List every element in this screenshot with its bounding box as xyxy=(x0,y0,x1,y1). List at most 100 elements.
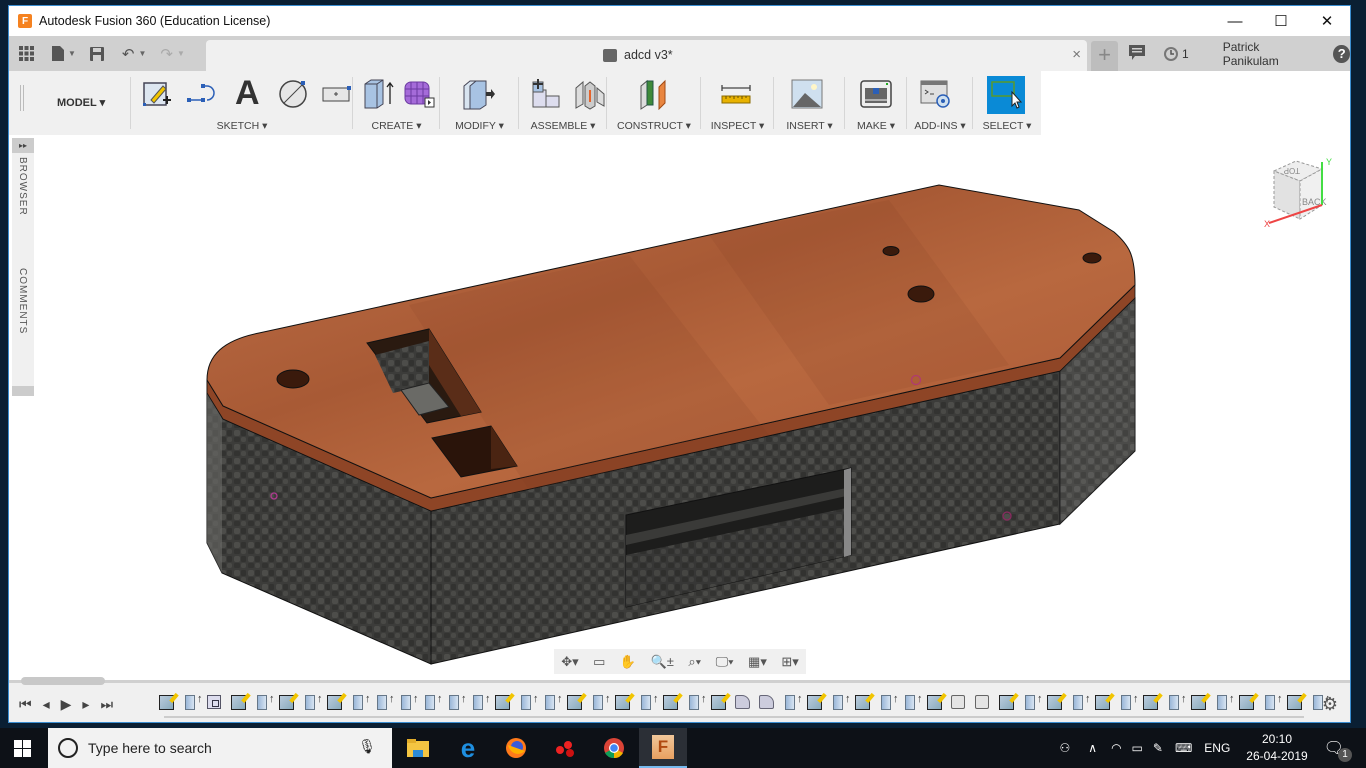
timeline-feature-fillet[interactable] xyxy=(754,693,778,711)
file-menu-icon[interactable]: ▼ xyxy=(52,46,76,61)
insert-menu[interactable]: INSERT ▾ xyxy=(774,120,845,132)
pen-icon[interactable]: ✎ xyxy=(1153,741,1163,755)
timeline-track[interactable] xyxy=(164,716,1304,718)
timeline-feature-extrude[interactable] xyxy=(682,693,707,711)
expand-panel-icon[interactable]: ▸▸ xyxy=(12,138,34,153)
scripts-addins-icon[interactable] xyxy=(919,78,951,110)
timeline-feature-sketch[interactable] xyxy=(802,693,826,711)
maximize-button[interactable]: ☐ xyxy=(1258,6,1304,36)
viewport-scrollbar[interactable] xyxy=(21,677,105,685)
close-button[interactable]: ✕ xyxy=(1304,6,1350,36)
user-account[interactable]: Patrick Panikulam xyxy=(1223,40,1312,68)
battery-icon[interactable]: ▭ xyxy=(1132,741,1143,755)
keyboard-icon[interactable]: ⌨ xyxy=(1175,741,1192,755)
timeline-feature-sketch[interactable] xyxy=(322,693,346,711)
select-tool-icon[interactable] xyxy=(987,76,1025,114)
form-icon[interactable] xyxy=(403,78,435,110)
timeline-feature-extrude[interactable] xyxy=(346,693,371,711)
rectangle-tool-icon[interactable] xyxy=(321,78,353,110)
action-center-icon[interactable]: 🗨 1 xyxy=(1324,738,1352,762)
timeline-feature-extrude[interactable] xyxy=(1210,693,1235,711)
comments-icon[interactable] xyxy=(1129,44,1145,63)
help-icon[interactable]: ? xyxy=(1333,44,1350,63)
3d-viewport[interactable]: ▸▸ BROWSER COMMENTS TOP BACK Y X ✥▾ ▭ ✋ xyxy=(9,135,1351,680)
timeline-feature-sketch[interactable] xyxy=(706,693,730,711)
timeline-feature-sketch[interactable] xyxy=(1282,693,1306,711)
document-tab[interactable]: adcd v3* × xyxy=(206,40,1087,71)
modify-menu[interactable]: MODIFY ▾ xyxy=(440,120,519,132)
taskbar-chrome[interactable] xyxy=(590,728,638,768)
joint-icon[interactable] xyxy=(573,78,605,110)
timeline-feature-extrude[interactable] xyxy=(1114,693,1139,711)
timeline-feature-extrude[interactable] xyxy=(1018,693,1043,711)
clock[interactable]: 20:10 26-04-2019 xyxy=(1246,731,1307,765)
fit-icon[interactable]: ⌕▾ xyxy=(688,654,701,670)
pan-icon[interactable]: ✋ xyxy=(620,654,636,670)
display-settings-icon[interactable]: 🖵▾ xyxy=(716,654,734,670)
inspect-menu[interactable]: INSPECT ▾ xyxy=(701,120,774,132)
circle-tool-icon[interactable] xyxy=(277,78,309,110)
redo-icon[interactable]: ↷ ▼ xyxy=(160,45,185,63)
timeline-feature-sketch[interactable] xyxy=(922,693,946,711)
taskbar-edge[interactable]: e xyxy=(444,728,492,768)
3d-print-icon[interactable] xyxy=(859,78,892,110)
create-menu[interactable]: CREATE ▾ xyxy=(353,120,440,132)
measure-icon[interactable] xyxy=(720,78,752,110)
enclosure-model[interactable] xyxy=(9,135,1351,680)
timeline-feature-extrude[interactable] xyxy=(1066,693,1091,711)
microphone-icon[interactable]: 🎙 xyxy=(358,738,376,755)
timeline-feature-shell[interactable] xyxy=(202,693,226,711)
timeline-settings-icon[interactable]: ⚙ xyxy=(1322,694,1338,715)
undo-icon[interactable]: ↶ ▼ xyxy=(122,45,147,63)
save-icon[interactable] xyxy=(89,46,104,61)
timeline-previous-icon[interactable]: ◂ xyxy=(43,696,50,713)
timeline-feature-box[interactable] xyxy=(946,693,970,711)
timeline-feature-box[interactable] xyxy=(970,693,994,711)
timeline-feature-extrude[interactable] xyxy=(442,693,467,711)
timeline-feature-fillet[interactable] xyxy=(730,693,754,711)
wifi-icon[interactable]: ◠ xyxy=(1111,741,1121,755)
offset-plane-icon[interactable] xyxy=(637,78,669,111)
new-tab-button[interactable]: + xyxy=(1091,41,1118,71)
data-panel-grid-icon[interactable] xyxy=(19,46,34,61)
new-component-icon[interactable] xyxy=(529,78,561,110)
timeline-feature-sketch[interactable] xyxy=(1090,693,1114,711)
timeline-feature-extrude[interactable] xyxy=(586,693,611,711)
people-icon[interactable]: ⚇ xyxy=(1060,741,1071,755)
timeline-feature-extrude[interactable] xyxy=(1258,693,1283,711)
timeline-feature-extrude[interactable] xyxy=(778,693,803,711)
timeline-feature-extrude[interactable] xyxy=(178,693,203,711)
timeline-feature-extrude[interactable] xyxy=(250,693,275,711)
workspace-switcher[interactable]: MODEL ▾ xyxy=(57,96,105,109)
timeline-feature-sketch[interactable] xyxy=(562,693,586,711)
zoom-icon[interactable]: 🔍± xyxy=(651,654,674,670)
timeline-feature-sketch[interactable] xyxy=(1042,693,1066,711)
timeline-feature-sketch[interactable] xyxy=(658,693,682,711)
timeline-feature-sketch[interactable] xyxy=(850,693,874,711)
select-menu[interactable]: SELECT ▾ xyxy=(973,120,1041,132)
make-menu[interactable]: MAKE ▾ xyxy=(845,120,907,132)
timeline-feature-sketch[interactable] xyxy=(994,693,1018,711)
timeline-feature-extrude[interactable] xyxy=(418,693,443,711)
timeline-feature-sketch[interactable] xyxy=(1234,693,1258,711)
timeline-feature-extrude[interactable] xyxy=(874,693,899,711)
browser-tab[interactable]: BROWSER xyxy=(17,157,28,216)
language-indicator[interactable]: ENG xyxy=(1204,741,1230,755)
comments-tab[interactable]: COMMENTS xyxy=(17,268,28,334)
timeline-feature-sketch[interactable] xyxy=(1186,693,1210,711)
sketch-menu[interactable]: SKETCH ▾ xyxy=(131,120,353,132)
timeline-last-icon[interactable]: ⏭ xyxy=(100,696,113,713)
insert-image-icon[interactable] xyxy=(790,78,823,110)
timeline-feature-extrude[interactable] xyxy=(394,693,419,711)
taskbar-file-explorer[interactable] xyxy=(394,728,442,768)
show-hidden-icons[interactable]: ∧ xyxy=(1088,741,1097,755)
timeline-feature-sketch[interactable] xyxy=(274,693,298,711)
timeline-feature-sketch[interactable] xyxy=(610,693,634,711)
job-status[interactable]: 1 xyxy=(1163,46,1189,62)
construct-menu[interactable]: CONSTRUCT ▾ xyxy=(607,120,701,132)
timeline-feature-sketch[interactable] xyxy=(1138,693,1162,711)
look-at-icon[interactable]: ▭ xyxy=(593,654,605,670)
timeline-next-icon[interactable]: ▸ xyxy=(82,696,89,713)
close-tab-icon[interactable]: × xyxy=(1072,46,1081,63)
text-tool-icon[interactable]: A xyxy=(235,76,267,110)
